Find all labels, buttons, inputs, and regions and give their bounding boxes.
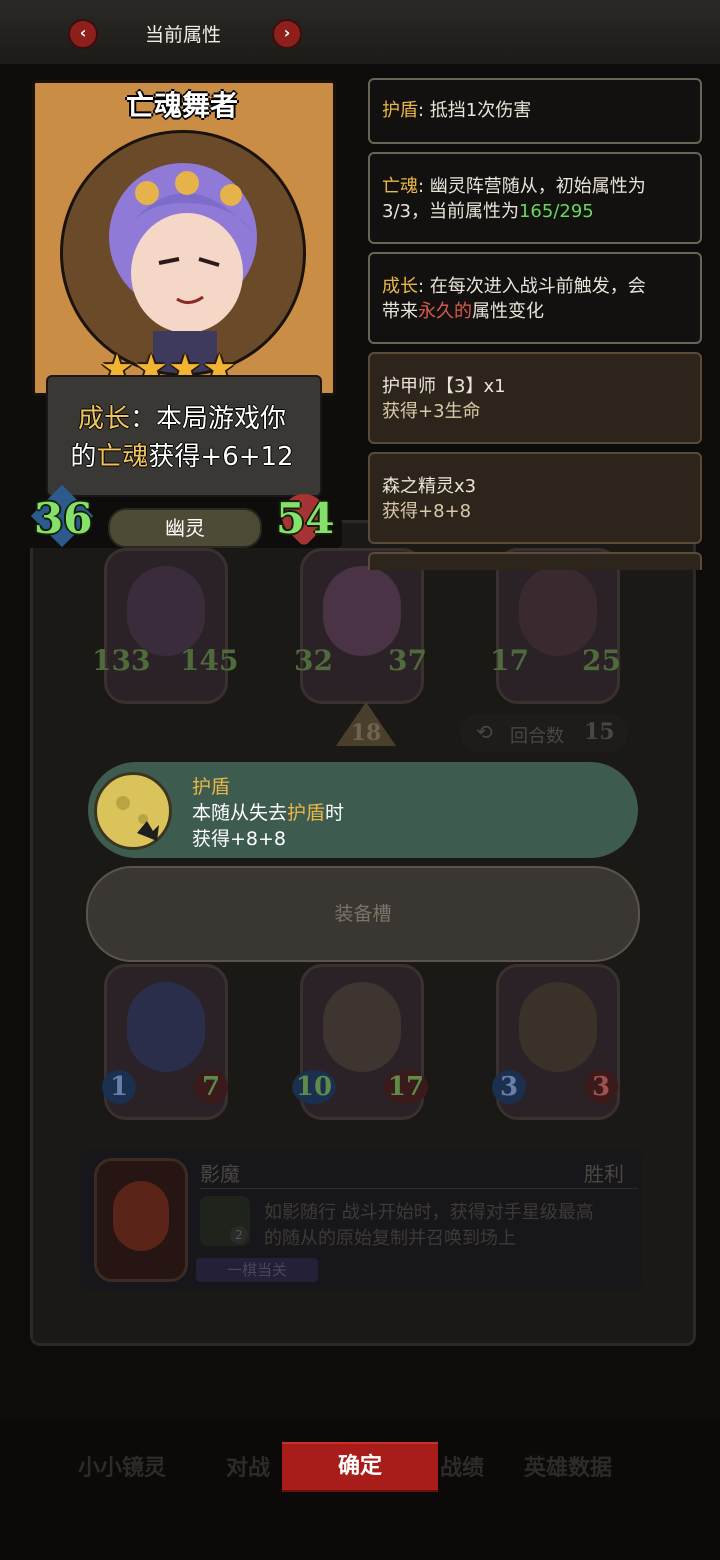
- growth-source-2-title: 森之精灵x3: [382, 476, 477, 497]
- hand-minion-1-health: 7: [194, 1070, 228, 1104]
- keyword-growth: 成长: 在每次进入战斗前触发，会 带来永久的属性变化: [368, 252, 702, 344]
- opponent-name: 影魔: [200, 1162, 240, 1186]
- shield-tooltip-line2: 获得+8+8: [192, 828, 287, 850]
- round-value: 15: [584, 719, 615, 745]
- board-minion-2-health: 37: [388, 644, 427, 677]
- board-minion-1-portrait: [104, 548, 228, 704]
- growth-source-1-title: 护甲师【3】x1: [382, 376, 506, 397]
- opponent-divider: [200, 1188, 638, 1189]
- tab-hero-data[interactable]: 英雄数据: [524, 1450, 612, 1482]
- tab-record[interactable]: 战绩: [440, 1450, 484, 1482]
- opponent-skill-line2: 的随从的原始复制并召唤到场上: [264, 1228, 516, 1249]
- growth-source-2-gain: 获得+8+8: [382, 501, 472, 522]
- page-title: 当前属性: [144, 24, 221, 46]
- hand-minion-2-attack: 10: [292, 1070, 336, 1104]
- board-minion-3-portrait: [496, 548, 620, 704]
- equip-slot-button[interactable]: 装备槽: [86, 866, 640, 962]
- board-minion-2-portrait: [300, 548, 424, 704]
- board-minion-3-attack: 17: [490, 644, 529, 677]
- board-minion-3-health: 25: [582, 644, 621, 677]
- round-counter: ⟲ 回合数 15: [460, 714, 628, 752]
- hand-minion-3-health: 3: [584, 1070, 618, 1104]
- opponent-badge: 一棋当关: [196, 1258, 318, 1282]
- hand-minion-1-attack: 1: [102, 1070, 136, 1104]
- growth-source-2: 森之精灵x3 获得+8+8: [368, 452, 702, 544]
- hero-health: 54: [276, 494, 335, 543]
- shield-tooltip-title: 护盾: [192, 776, 231, 798]
- hero-attack: 36: [34, 494, 93, 543]
- growth-source-3-partial: [368, 552, 702, 570]
- opponent-portrait: [94, 1158, 188, 1282]
- skill-level: 2: [230, 1226, 248, 1244]
- refresh-icon: ⟲: [476, 720, 493, 744]
- tab-battle[interactable]: 对战: [226, 1450, 270, 1482]
- growth-source-1: 护甲师【3】x1 获得+3生命: [368, 352, 702, 444]
- moon-icon: [94, 772, 172, 850]
- hand-minion-2-health: 17: [384, 1070, 428, 1104]
- hero-tribe: 幽灵: [108, 508, 262, 548]
- confirm-button[interactable]: 确定: [282, 1442, 438, 1492]
- growth-source-1-gain: 获得+3生命: [382, 401, 481, 422]
- hero-portrait: [60, 130, 306, 376]
- board-minion-1-health: 145: [180, 644, 239, 677]
- next-arrow-button[interactable]: ›: [272, 19, 302, 49]
- board-minion-1-attack: 133: [92, 644, 151, 677]
- opponent-result: 胜利: [584, 1162, 624, 1186]
- hero-description: 成长：本局游戏你 的亡魂获得+6+12: [70, 404, 294, 472]
- keyword-shield: 护盾: 抵挡1次伤害: [368, 78, 702, 144]
- tab-mirror-sprite[interactable]: 小小镜灵: [78, 1450, 166, 1482]
- tier-number: 18: [350, 720, 382, 746]
- board-minion-2-attack: 32: [294, 644, 333, 677]
- tier-badge: 18: [334, 700, 398, 748]
- hero-name: 亡魂舞者: [125, 89, 238, 122]
- skill-icon: 2: [200, 1196, 250, 1246]
- opponent-skill-line1: 如影随行 战斗开始时，获得对手星级最高: [264, 1202, 594, 1223]
- shield-tooltip-line1: 本随从失去护盾时: [192, 802, 345, 824]
- hand-minion-3-attack: 3: [492, 1070, 526, 1104]
- round-label: 回合数: [510, 726, 564, 747]
- keyword-soul: 亡魂: 幽灵阵营随从，初始属性为 3/3，当前属性为165/295: [368, 152, 702, 244]
